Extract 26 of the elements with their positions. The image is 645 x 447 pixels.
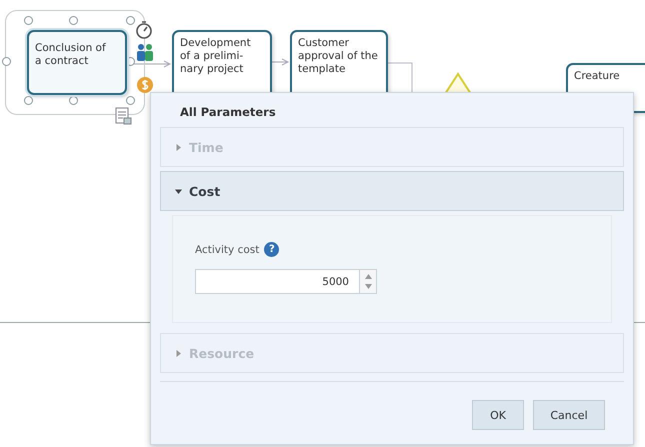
section-header[interactable]: Cost bbox=[160, 171, 624, 211]
ok-button[interactable]: OK bbox=[472, 400, 524, 430]
resize-handle[interactable] bbox=[126, 16, 135, 25]
people-icon[interactable] bbox=[136, 43, 154, 61]
spin-up-icon[interactable] bbox=[364, 274, 372, 280]
caret-down-icon bbox=[175, 188, 182, 194]
section-label: Resource bbox=[189, 346, 254, 360]
resize-handle[interactable] bbox=[126, 96, 135, 105]
resize-handle[interactable] bbox=[24, 96, 33, 105]
cancel-button[interactable]: Cancel bbox=[533, 400, 605, 430]
resize-handle[interactable] bbox=[2, 57, 11, 66]
connector-line bbox=[388, 62, 414, 92]
resize-handle[interactable] bbox=[69, 16, 78, 25]
section-label: Time bbox=[189, 140, 224, 154]
field-label: Activity cost bbox=[195, 244, 260, 256]
stopwatch-icon[interactable] bbox=[135, 20, 153, 40]
section-label: Cost bbox=[189, 184, 220, 198]
document-icon[interactable] bbox=[113, 106, 133, 126]
connector-line bbox=[272, 58, 290, 66]
caret-right-icon bbox=[175, 144, 182, 150]
spin-down-icon[interactable] bbox=[364, 284, 372, 289]
coin-icon[interactable] bbox=[136, 76, 154, 94]
caret-right-icon bbox=[175, 350, 182, 356]
resize-handle[interactable] bbox=[24, 16, 33, 25]
help-icon[interactable]: ? bbox=[264, 242, 280, 257]
process-node[interactable]: Conclusion of a contract bbox=[27, 30, 127, 95]
